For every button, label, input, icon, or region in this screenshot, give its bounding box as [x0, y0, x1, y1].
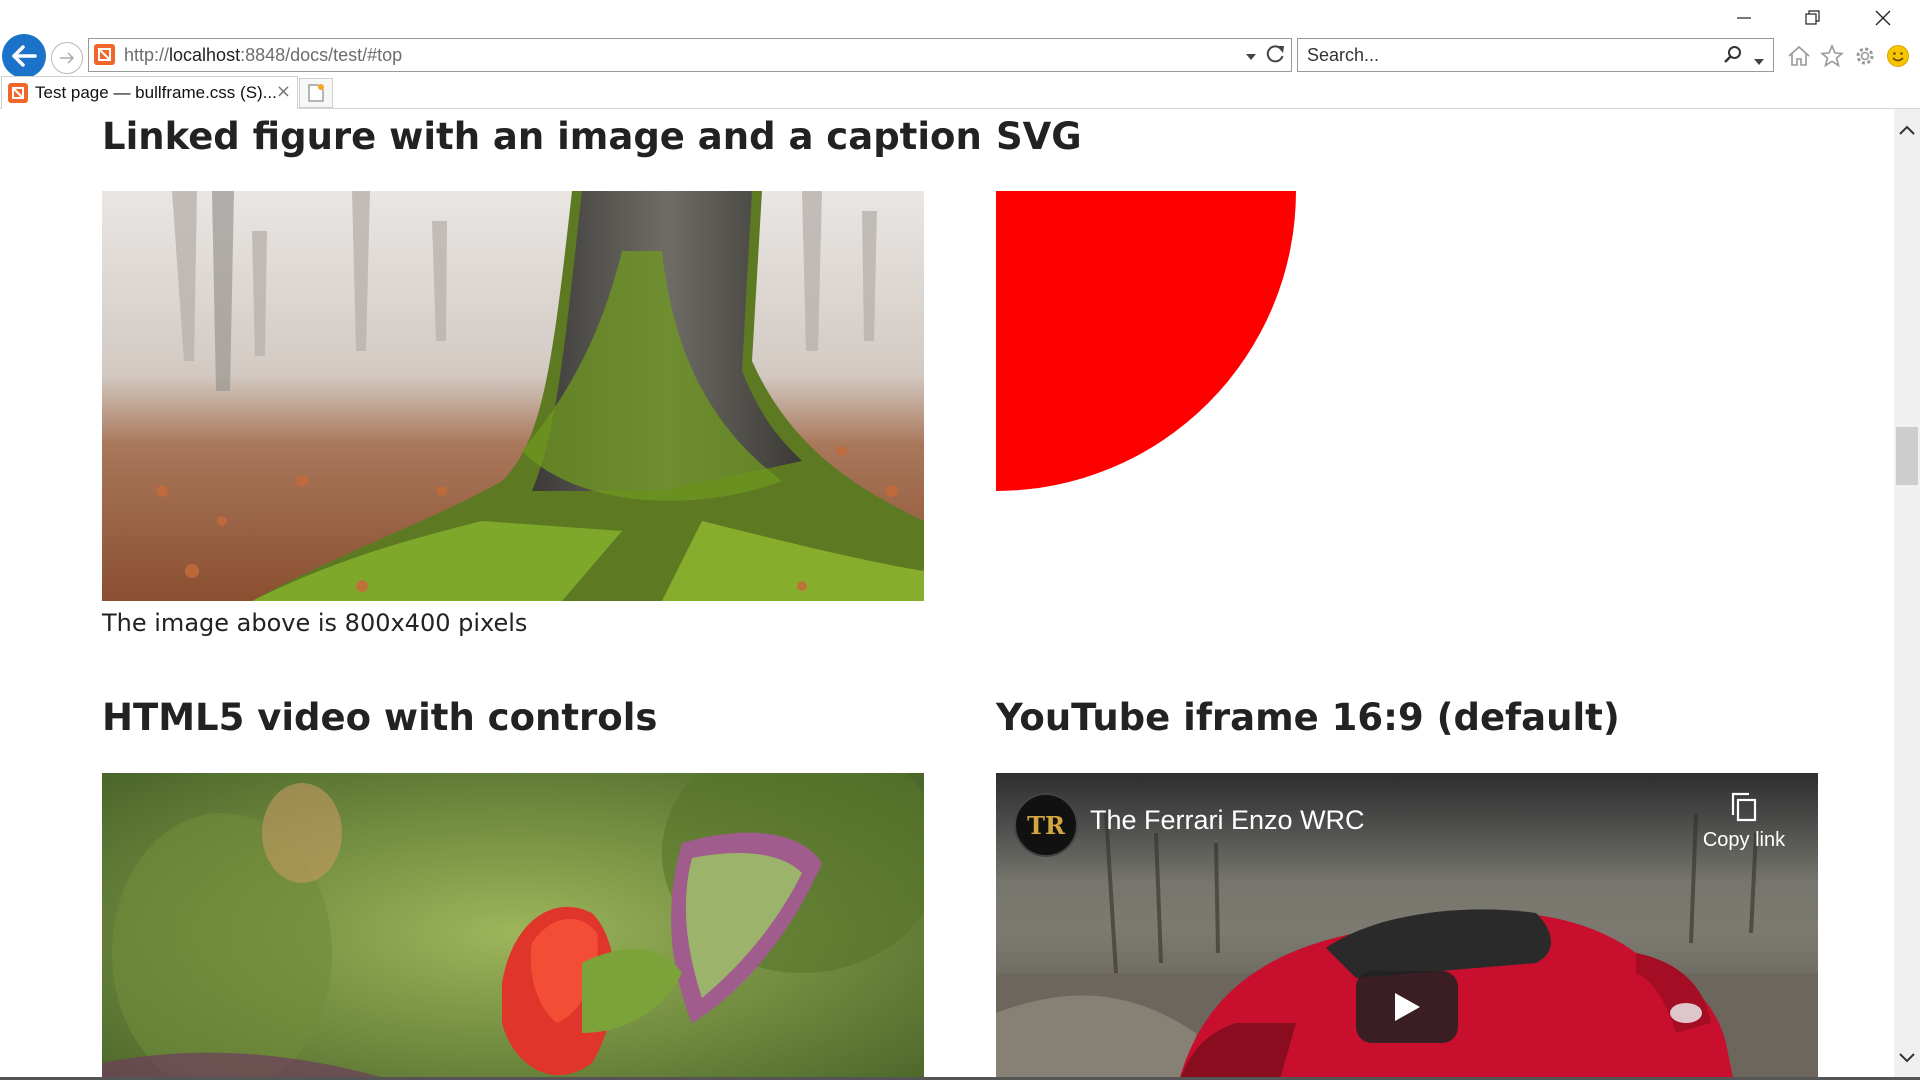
figure-heading: Linked figure with an image and a captio…: [102, 115, 982, 158]
tab-title: Test page — bullframe.css (S)...: [35, 83, 277, 102]
quarter-circle-shape: [996, 191, 1296, 491]
chevron-down-icon: [1899, 1053, 1915, 1063]
youtube-video-title[interactable]: The Ferrari Enzo WRC: [1090, 805, 1365, 836]
restore-icon: [1805, 10, 1820, 25]
refresh-icon: [1266, 45, 1284, 63]
settings-button[interactable]: [1852, 43, 1878, 69]
svg-heading: SVG: [996, 115, 1082, 158]
scroll-down-button[interactable]: [1899, 1049, 1915, 1068]
forward-button[interactable]: [51, 42, 83, 74]
back-button[interactable]: [2, 34, 46, 78]
address-bar[interactable]: http://localhost:8848/docs/test/#top: [88, 38, 1292, 72]
copy-link-button[interactable]: Copy link: [1694, 791, 1794, 852]
close-icon: [1875, 10, 1891, 26]
search-button[interactable]: [1723, 45, 1743, 69]
title-bar: [0, 0, 1920, 37]
feedback-button[interactable]: [1885, 43, 1911, 69]
search-box[interactable]: Search...: [1297, 38, 1774, 72]
youtube-embed[interactable]: TR The Ferrari Enzo WRC Copy link: [996, 773, 1818, 1078]
channel-avatar[interactable]: TR: [1014, 793, 1078, 857]
figure-image-link[interactable]: [102, 191, 924, 601]
url-path: :8848/docs/test/#top: [240, 45, 403, 65]
svg-demo: [996, 191, 1296, 491]
arrow-right-icon: [60, 52, 75, 64]
refresh-button[interactable]: [1264, 43, 1286, 69]
gear-icon: [1856, 47, 1874, 65]
address-url[interactable]: http://localhost:8848/docs/test/#top: [124, 39, 402, 71]
search-icon: [1724, 46, 1741, 63]
arrow-left-icon: [12, 45, 37, 67]
html5-video-player[interactable]: [102, 773, 924, 1078]
chevron-up-icon: [1899, 125, 1915, 135]
scroll-up-button[interactable]: [1899, 121, 1915, 140]
site-favicon-icon: [94, 44, 115, 65]
smiley-icon: [1887, 45, 1909, 67]
youtube-play-button[interactable]: [1356, 971, 1458, 1043]
vertical-scrollbar[interactable]: [1894, 109, 1920, 1078]
page-viewport: Linked figure with an image and a captio…: [0, 109, 1894, 1078]
url-scheme: http://: [124, 45, 170, 65]
search-input[interactable]: Search...: [1307, 39, 1379, 71]
new-tab-button[interactable]: [299, 78, 333, 108]
tab-test-page[interactable]: Test page — bullframe.css (S)... ×: [1, 76, 298, 109]
home-button[interactable]: [1786, 43, 1812, 69]
search-dropdown-button[interactable]: [1754, 51, 1764, 70]
video-heading: HTML5 video with controls: [102, 696, 658, 739]
youtube-heading: YouTube iframe 16:9 (default): [996, 696, 1620, 739]
restore-button[interactable]: [1790, 0, 1836, 36]
scrollbar-thumb[interactable]: [1896, 427, 1918, 485]
new-tab-icon: [308, 84, 324, 102]
caret-down-icon: [1754, 59, 1764, 65]
tree-roots-image: [102, 191, 924, 601]
tab-close-button[interactable]: ×: [276, 77, 291, 107]
tab-bar: Test page — bullframe.css (S)... ×: [0, 76, 1920, 109]
caret-down-icon: [1246, 54, 1256, 60]
home-icon: [1788, 45, 1810, 66]
flower-video-frame: [102, 773, 924, 1078]
close-window-button[interactable]: [1860, 0, 1906, 36]
copy-icon: [1731, 792, 1757, 822]
tab-favicon-icon: [8, 83, 28, 103]
minimize-button[interactable]: [1721, 0, 1767, 36]
favorites-button[interactable]: [1819, 43, 1845, 69]
url-host: localhost: [169, 45, 241, 65]
copy-link-label: Copy link: [1702, 829, 1786, 851]
play-icon: [1395, 993, 1420, 1021]
figure-caption: The image above is 800x400 pixels: [102, 609, 528, 637]
minimize-icon: [1737, 17, 1751, 19]
star-icon: [1820, 44, 1844, 68]
address-dropdown-button[interactable]: [1245, 48, 1257, 67]
